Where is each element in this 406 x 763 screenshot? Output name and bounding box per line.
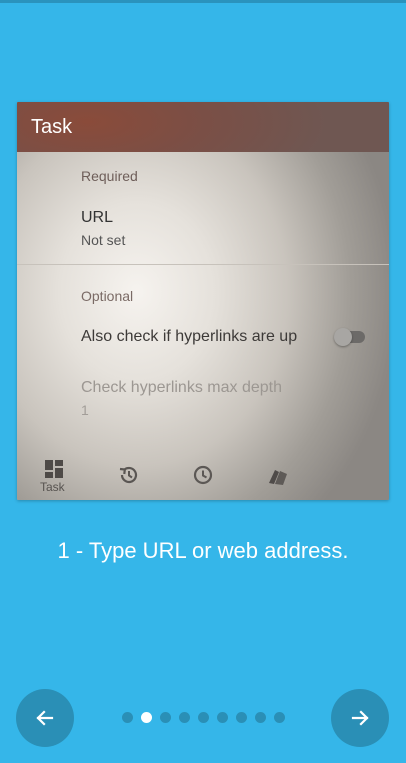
section-required-heading: Required: [81, 168, 138, 184]
url-setting-label: URL: [81, 209, 114, 226]
history-icon: [118, 464, 140, 491]
page-dot[interactable]: [236, 712, 247, 723]
status-strip: [0, 0, 406, 3]
max-depth-label: Check hyperlinks max depth: [81, 379, 282, 396]
url-setting-value: Not set: [81, 232, 126, 248]
bottom-nav-task-label: Task: [40, 480, 65, 494]
clock-icon: [192, 464, 214, 491]
divider: [17, 264, 389, 265]
next-button[interactable]: [331, 689, 389, 747]
max-depth-value: 1: [81, 402, 89, 418]
screenshot-app-bar: Task: [17, 102, 389, 152]
tutorial-caption: 1 - Type URL or web address.: [57, 538, 349, 563]
page-dot[interactable]: [179, 712, 190, 723]
page-dot[interactable]: [160, 712, 171, 723]
page-dot[interactable]: [122, 712, 133, 723]
cards-icon: [267, 465, 289, 492]
previous-button[interactable]: [16, 689, 74, 747]
page-dot[interactable]: [255, 712, 266, 723]
page-dot-active[interactable]: [141, 712, 152, 723]
arrow-left-icon: [36, 710, 54, 726]
page-dot[interactable]: [198, 712, 209, 723]
hyperlinks-check-label: Also check if hyperlinks are up: [81, 328, 298, 345]
arrow-right-icon: [351, 710, 369, 726]
page-dot[interactable]: [274, 712, 285, 723]
tutorial-screenshot: Task Required URL Not set Optional Also …: [17, 102, 389, 500]
page-dot[interactable]: [217, 712, 228, 723]
hyperlinks-toggle-knob: [334, 328, 352, 346]
section-optional-heading: Optional: [81, 288, 134, 304]
screenshot-title: Task: [31, 116, 73, 138]
